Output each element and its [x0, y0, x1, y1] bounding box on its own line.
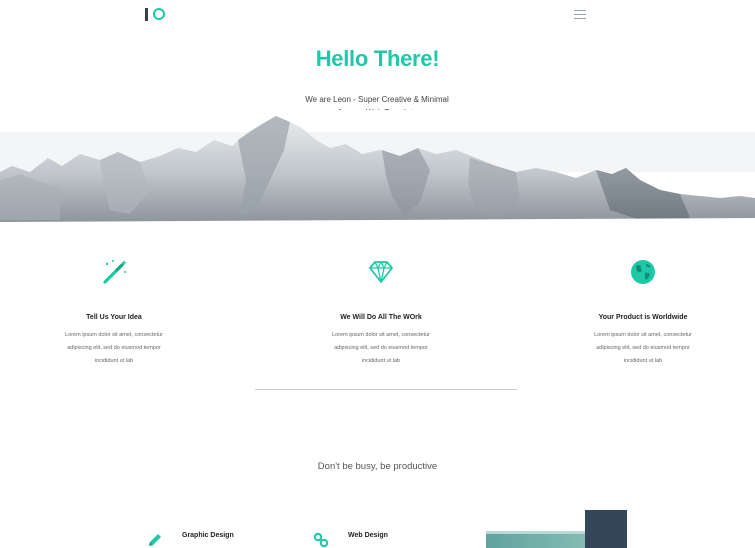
pencil-icon — [149, 534, 161, 546]
feature-text-line: incididunt ut lab — [623, 358, 663, 364]
hero-title: Hello There! — [315, 46, 440, 71]
feature-title: We Will Do All The WOrk — [340, 314, 422, 321]
logo-ring — [153, 8, 165, 20]
hero-subtitle-line-1: We are Leon - Super Creative & Minimal — [305, 95, 449, 104]
section-tagline: Don't be busy, be productive — [317, 461, 438, 472]
globe-icon — [631, 260, 655, 284]
decorative-dark-block — [585, 510, 627, 548]
feature-tell-us-your-idea: Tell Us Your Idea Lorem ipsum dolor sit … — [34, 258, 194, 368]
feature-text: Lorem ipsum dolor sit amet, consectetur … — [583, 329, 703, 368]
hamburger-menu-icon[interactable] — [574, 10, 586, 19]
feature-we-will-do-all-the-work: We Will Do All The WOrk Lorem ipsum dolo… — [301, 258, 461, 368]
decorative-teal-highlight — [486, 531, 585, 534]
feature-text-line: incididunt ut lab — [94, 358, 134, 364]
feature-text-line: adipiscing elit, sed do eiusmod tempor — [596, 345, 690, 351]
feature-text-line: Lorem ipsum dolor sit amet, consectetur — [65, 332, 163, 338]
feature-text: Lorem ipsum dolor sit amet, consectetur … — [54, 329, 174, 368]
feature-text-line: Lorem ipsum dolor sit amet, consectetur — [594, 332, 692, 338]
feature-text-line: incididunt ut lab — [361, 358, 401, 364]
diamond-icon — [369, 261, 393, 283]
feature-text-line: adipiscing elit, sed do eiusmod tempor — [334, 345, 428, 351]
link-icon — [313, 532, 329, 548]
mountain-range-image — [0, 110, 755, 225]
magic-wand-icon — [103, 260, 127, 284]
logo-bar — [145, 7, 148, 21]
site-header — [0, 0, 755, 30]
feature-your-product-is-worldwide: Your Product is Worldwide Lorem ipsum do… — [563, 258, 723, 368]
feature-title: Your Product is Worldwide — [598, 314, 688, 321]
service-title: Web Design — [348, 532, 388, 539]
feature-text-line: adipiscing elit, sed do eiusmod tempor — [67, 345, 161, 351]
feature-title: Tell Us Your Idea — [86, 314, 142, 321]
logo[interactable] — [145, 6, 165, 22]
service-title: Graphic Design — [182, 532, 234, 539]
feature-text-line: Lorem ipsum dolor sit amet, consectetur — [332, 332, 430, 338]
section-divider — [255, 389, 517, 390]
feature-text: Lorem ipsum dolor sit amet, consectetur … — [321, 329, 441, 368]
